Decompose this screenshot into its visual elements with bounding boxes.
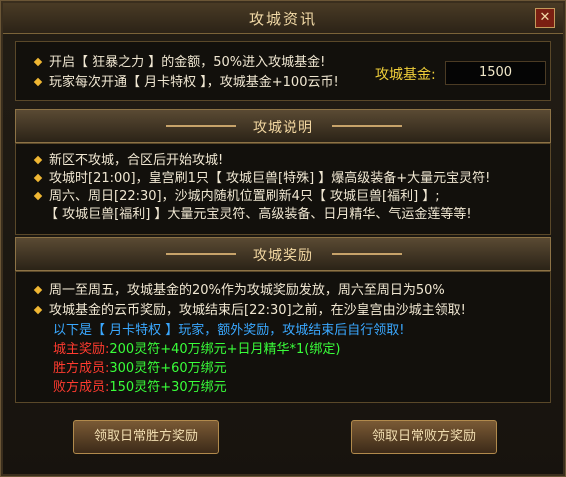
reward-row-lord: 城主奖励:200灵符+40万绑元+日月精华*1(绑定) bbox=[53, 338, 340, 357]
reward-value: 200灵符+40万绑元+日月精华*1(绑定) bbox=[109, 342, 341, 357]
bullet-icon bbox=[33, 285, 43, 295]
section-title: 攻城说明 bbox=[253, 120, 313, 136]
explanation-text: 周六、周日[22:30]，沙城内随机位置刷新4只【 攻城巨兽[福利] 】; bbox=[49, 189, 440, 204]
fund-label: 攻城基金: bbox=[375, 67, 436, 83]
top-line-1: 开启【 狂暴之力 】的金额，50%进入攻城基金! bbox=[33, 51, 326, 70]
close-icon[interactable]: ✕ bbox=[535, 8, 555, 28]
bullet-icon bbox=[33, 173, 43, 183]
reward-row-win: 胜方成员:300灵符+60万绑元 bbox=[53, 357, 227, 376]
rewards-line-1: 周一至周五，攻城基金的20%作为攻城奖励发放，周六至周日为50% bbox=[33, 279, 445, 298]
explanation-line-2: 攻城时[21:00]，皇宫刷1只【 攻城巨兽[特殊] 】爆高级装备+大量元宝灵符… bbox=[33, 167, 491, 186]
window-title: 攻城资讯 bbox=[248, 10, 317, 28]
claim-win-reward-button[interactable]: 领取日常胜方奖励 bbox=[73, 420, 219, 454]
section-header-rewards: 攻城奖励 bbox=[15, 237, 551, 271]
bullet-icon bbox=[33, 57, 43, 67]
reward-label: 城主奖励: bbox=[53, 342, 110, 357]
explanation-line-1: 新区不攻城，合区后开始攻城! bbox=[33, 149, 224, 168]
claim-lose-reward-button[interactable]: 领取日常败方奖励 bbox=[351, 420, 497, 454]
top-line-text: 玩家每次开通【 月卡特权 】，攻城基金+100云币! bbox=[49, 75, 339, 90]
reward-value: 300灵符+60万绑元 bbox=[109, 361, 227, 376]
event-window: 攻城资讯 ✕ 开启【 狂暴之力 】的金额，50%进入攻城基金! 玩家每次开通【 … bbox=[0, 0, 566, 477]
header-ornament-right bbox=[332, 125, 402, 127]
bullet-icon bbox=[33, 77, 43, 87]
explanation-text: 新区不攻城，合区后开始攻城! bbox=[49, 153, 224, 168]
section-title: 攻城奖励 bbox=[253, 248, 313, 264]
bullet-icon bbox=[33, 191, 43, 201]
bullet-icon bbox=[33, 305, 43, 315]
rewards-text: 周一至周五，攻城基金的20%作为攻城奖励发放，周六至周日为50% bbox=[49, 283, 445, 298]
explanation-line-3: 周六、周日[22:30]，沙城内随机位置刷新4只【 攻城巨兽[福利] 】; bbox=[33, 185, 440, 204]
reward-value: 150灵符+30万绑元 bbox=[109, 380, 227, 395]
title-bar: 攻城资讯 ✕ bbox=[3, 3, 563, 34]
bullet-icon bbox=[33, 155, 43, 165]
section-header-explanation: 攻城说明 bbox=[15, 109, 551, 143]
reward-row-lose: 败方成员:150灵符+30万绑元 bbox=[53, 376, 227, 395]
fund-value: 1500 bbox=[445, 61, 546, 85]
top-line-2: 玩家每次开通【 月卡特权 】，攻城基金+100云币! bbox=[33, 71, 339, 90]
reward-label: 败方成员: bbox=[53, 380, 110, 395]
top-line-text: 开启【 狂暴之力 】的金额，50%进入攻城基金! bbox=[49, 55, 326, 70]
explanation-line-4: 【 攻城巨兽[福利] 】大量元宝灵符、高级装备、日月精华、气运金莲等等! bbox=[45, 203, 472, 222]
explanation-text: 【 攻城巨兽[福利] 】大量元宝灵符、高级装备、日月精华、气运金莲等等! bbox=[45, 207, 472, 222]
vip-line: 以下是【 月卡特权 】玩家，额外奖励，攻城结束后自行领取! bbox=[53, 323, 405, 338]
rewards-line-2: 攻城基金的云币奖励，攻城结束后[22:30]之前，在沙皇宫由沙城主领取! bbox=[33, 299, 466, 318]
rewards-text: 攻城基金的云币奖励，攻城结束后[22:30]之前，在沙皇宫由沙城主领取! bbox=[49, 303, 466, 318]
reward-label: 胜方成员: bbox=[53, 361, 110, 376]
explanation-text: 攻城时[21:00]，皇宫刷1只【 攻城巨兽[特殊] 】爆高级装备+大量元宝灵符… bbox=[49, 171, 491, 186]
header-ornament-right bbox=[332, 253, 402, 255]
